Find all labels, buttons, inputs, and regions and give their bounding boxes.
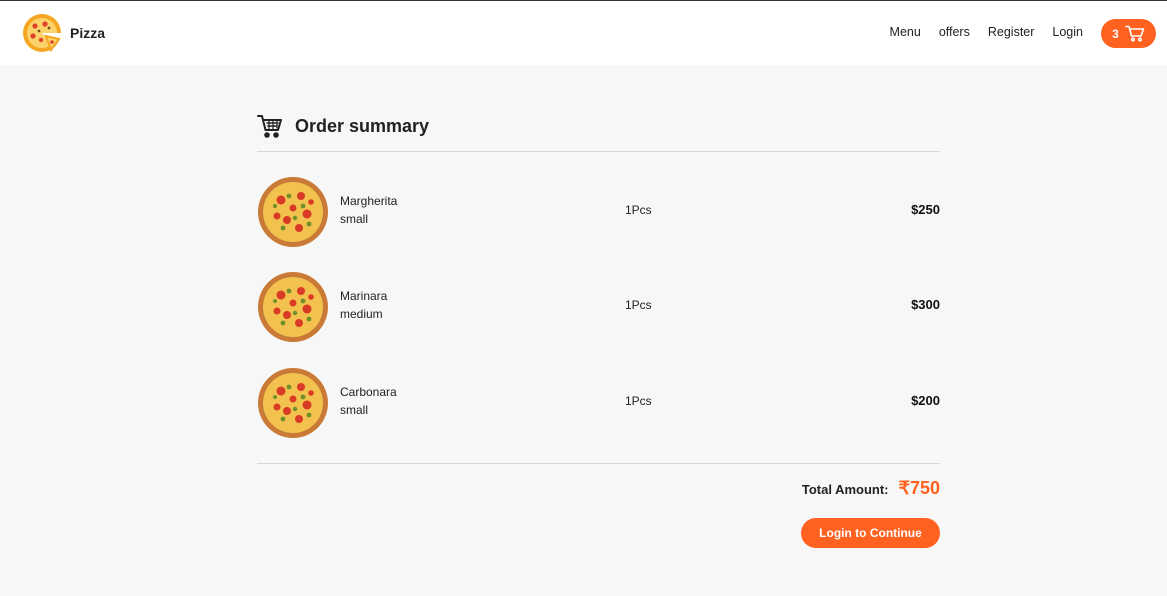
divider: [257, 151, 940, 152]
item-price: $250: [911, 202, 940, 217]
pizza-icon: [258, 368, 328, 438]
total-amount: Total Amount: ₹750: [802, 478, 940, 499]
nav-link-offers[interactable]: offers: [939, 25, 970, 39]
item-qty: 1Pcs: [625, 203, 652, 217]
divider: [257, 463, 940, 464]
item-qty: 1Pcs: [625, 394, 652, 408]
item-name: Carbonara: [340, 385, 397, 399]
nav-links: Menu offers Register Login: [872, 25, 1083, 39]
item-price: $300: [911, 297, 940, 312]
cart-icon: [257, 115, 282, 138]
page-title: Order summary: [295, 115, 430, 136]
nav-link-menu[interactable]: Menu: [890, 25, 921, 39]
cart-item: Margherita small 1Pcs $250: [257, 176, 940, 248]
item-qty: 1Pcs: [625, 298, 652, 312]
item-name: Margherita: [340, 194, 398, 208]
pizza-icon: [258, 272, 328, 342]
item-details: Carbonara small: [340, 383, 397, 419]
brand-name: Pizza: [70, 25, 106, 41]
total-value: ₹750: [898, 478, 940, 498]
pizza-slice-icon: [23, 14, 61, 53]
summary-header: Order summary: [257, 111, 940, 141]
pizza-icon: [258, 177, 328, 247]
item-name: Marinara: [340, 289, 388, 303]
item-price: $200: [911, 393, 940, 408]
cart-count: 3: [1112, 26, 1119, 41]
order-summary: Order summary: [257, 111, 940, 141]
cart-icon: [1125, 25, 1145, 42]
cart-item: Carbonara small 1Pcs $200: [257, 367, 940, 439]
brand[interactable]: Pizza: [21, 12, 105, 54]
navbar: Pizza Menu offers Register Login 3: [0, 1, 1167, 65]
item-size: small: [340, 212, 369, 226]
item-size: medium: [340, 307, 383, 321]
item-details: Marinara medium: [340, 287, 387, 323]
item-size: small: [340, 403, 369, 417]
nav-link-register[interactable]: Register: [988, 25, 1035, 39]
login-to-continue-button[interactable]: Login to Continue: [801, 518, 940, 548]
cart-item: Marinara medium 1Pcs $300: [257, 271, 940, 343]
item-details: Margherita small: [340, 192, 397, 228]
cart-button[interactable]: 3: [1101, 19, 1156, 48]
total-label: Total Amount:: [801, 482, 889, 497]
nav-link-login[interactable]: Login: [1052, 25, 1083, 39]
